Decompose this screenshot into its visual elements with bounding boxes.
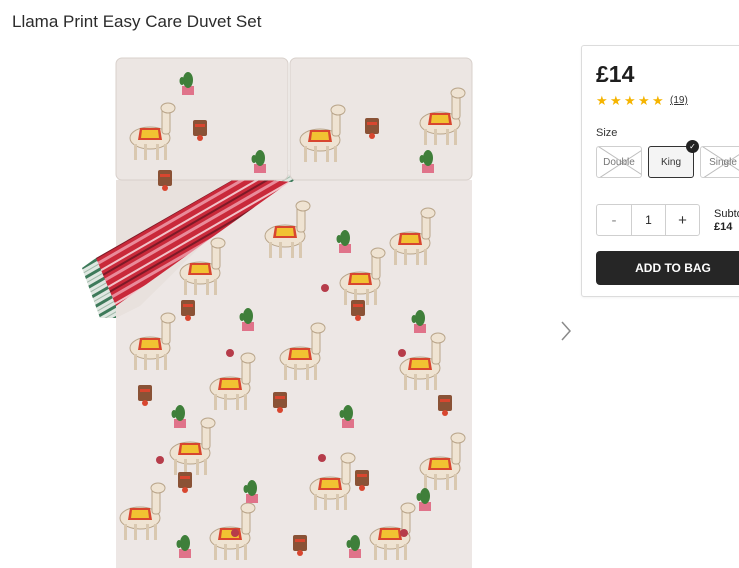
decrease-quantity-button[interactable]: - (597, 205, 631, 235)
star-icon: ★ (638, 93, 650, 108)
size-option-label: Double (603, 156, 635, 168)
star-icon: ★ (652, 93, 664, 108)
reviews-link[interactable]: (19) (670, 95, 688, 106)
size-option-double[interactable]: Double (596, 146, 642, 178)
next-image-button[interactable] (560, 320, 572, 342)
product-image[interactable] (0, 48, 560, 568)
size-option-label: King (660, 156, 681, 168)
subtotal: Subtotal £14 (714, 208, 739, 234)
subtotal-label: Subtotal (714, 208, 739, 220)
add-to-bag-button[interactable]: ADD TO BAG (596, 251, 739, 285)
duvet-illustration (82, 57, 473, 568)
chevron-right-icon (561, 321, 572, 341)
quantity-stepper: - 1 + (596, 204, 700, 236)
purchase-panel: £14 ★ ★ ★ ★ ★ (19) Size Double King ✓ Si… (581, 45, 739, 297)
increase-quantity-button[interactable]: + (665, 205, 699, 235)
size-option-single[interactable]: Single (700, 146, 739, 178)
size-selector: Double King ✓ Single (596, 140, 739, 178)
star-icon: ★ (624, 93, 636, 108)
subtotal-amount: £14 (714, 221, 733, 233)
star-icon: ★ (596, 93, 608, 108)
rating-stars: ★ ★ ★ ★ ★ (19) (596, 94, 688, 107)
product-title: Llama Print Easy Care Duvet Set (12, 12, 262, 31)
size-label: Size (596, 127, 618, 139)
product-price: £14 (596, 61, 635, 87)
size-option-label: Single (709, 156, 737, 168)
check-icon: ✓ (686, 140, 699, 153)
star-icon: ★ (610, 93, 622, 108)
quantity-input[interactable]: 1 (631, 205, 665, 235)
